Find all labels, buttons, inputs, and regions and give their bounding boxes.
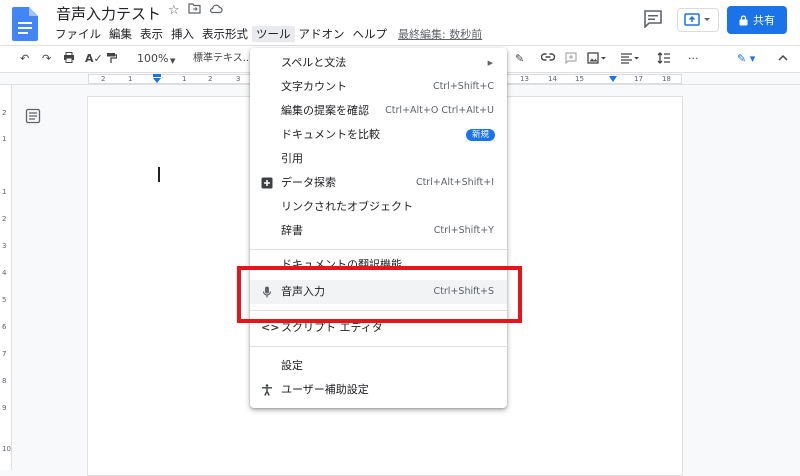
menu-item-accessibility[interactable]: ユーザー補助設定 bbox=[250, 378, 507, 402]
highlight-annotation-box bbox=[237, 266, 522, 323]
cloud-saved-icon[interactable] bbox=[209, 3, 223, 18]
ruler-mark: 18 bbox=[662, 75, 671, 83]
ruler-mark: 1 bbox=[128, 75, 133, 83]
menu-item-explore[interactable]: データ探索 Ctrl+Alt+Shift+I bbox=[250, 171, 507, 195]
new-badge: 新規 bbox=[465, 129, 495, 141]
menu-item-label: ドキュメントを比較 bbox=[281, 128, 380, 141]
align-left-icon[interactable] bbox=[620, 52, 640, 68]
ruler-mark: 8 bbox=[2, 377, 7, 385]
menu-help[interactable]: ヘルプ bbox=[349, 26, 392, 42]
submenu-arrow-icon: ▶ bbox=[487, 59, 493, 67]
menu-file[interactable]: ファイル bbox=[51, 26, 105, 42]
lock-icon bbox=[739, 14, 748, 25]
spellcheck-icon[interactable]: A✓ bbox=[85, 52, 103, 66]
insert-image-icon[interactable] bbox=[587, 52, 607, 68]
ruler-mark: 1 bbox=[2, 135, 7, 143]
ruler-mark: 2 bbox=[101, 75, 106, 83]
ruler-mark: 9 bbox=[2, 404, 7, 412]
ruler-mark: 1 bbox=[182, 75, 187, 83]
menu-item-linked-objects[interactable]: リンクされたオブジェクト bbox=[250, 195, 507, 219]
menu-bar: ファイル 編集 表示 挿入 表示形式 ツール アドオン ヘルプ bbox=[51, 26, 391, 42]
menu-format[interactable]: 表示形式 bbox=[198, 26, 252, 42]
link-icon[interactable] bbox=[540, 52, 556, 66]
share-button[interactable]: 共有 bbox=[727, 6, 787, 34]
zoom-select[interactable]: 100% bbox=[137, 52, 168, 66]
menu-item-dictionary[interactable]: 辞書 Ctrl+Shift+Y bbox=[250, 219, 507, 243]
explore-icon bbox=[261, 177, 273, 189]
redo-icon[interactable]: ↷ bbox=[42, 52, 51, 66]
menu-item-review-suggestions[interactable]: 編集の提案を確認 Ctrl+Alt+O Ctrl+Alt+U bbox=[250, 99, 507, 123]
menu-item-spelling-grammar[interactable]: スペルと文法 ▶ bbox=[250, 51, 507, 75]
menu-item-compare-documents[interactable]: ドキュメントを比較 新規 bbox=[250, 123, 507, 147]
collapse-toolbar-icon[interactable] bbox=[778, 52, 788, 66]
share-label: 共有 bbox=[753, 14, 775, 27]
ruler-mark: 13 bbox=[520, 75, 529, 83]
menu-item-label: 引用 bbox=[281, 152, 303, 165]
document-title[interactable]: 音声入力テスト bbox=[56, 3, 161, 24]
menu-separator bbox=[250, 346, 507, 347]
menu-item-label: ユーザー補助設定 bbox=[281, 383, 369, 396]
document-outline-icon[interactable] bbox=[25, 108, 41, 124]
ruler-mark: 2 bbox=[208, 75, 213, 83]
ruler-mark: 2 bbox=[2, 215, 7, 223]
tools-menu: スペルと文法 ▶ 文字カウント Ctrl+Shift+C 編集の提案を確認 Ct… bbox=[250, 48, 507, 408]
menu-item-label: スペルと文法 bbox=[281, 56, 347, 69]
ruler-mark: 3 bbox=[2, 242, 7, 250]
ruler-mark: 4 bbox=[2, 269, 7, 277]
menu-item-label: 編集の提案を確認 bbox=[281, 104, 369, 117]
highlight-pen-icon[interactable]: ✎ bbox=[515, 52, 524, 66]
menu-addons[interactable]: アドオン bbox=[295, 26, 349, 42]
menu-item-word-count[interactable]: 文字カウント Ctrl+Shift+C bbox=[250, 75, 507, 99]
menu-separator bbox=[250, 249, 507, 250]
menu-item-preferences[interactable]: 設定 bbox=[250, 354, 507, 378]
menu-item-citations[interactable]: 引用 bbox=[250, 147, 507, 171]
more-options-icon[interactable]: ··· bbox=[688, 52, 699, 66]
ruler-mark: 1 bbox=[2, 188, 7, 196]
comment-history-icon[interactable] bbox=[643, 10, 663, 28]
ruler-mark: 3 bbox=[236, 75, 241, 83]
menu-insert[interactable]: 挿入 bbox=[167, 26, 198, 42]
chevron-down-icon: ▼ bbox=[170, 57, 176, 65]
indent-marker-icon[interactable] bbox=[152, 74, 162, 84]
docs-logo-icon[interactable] bbox=[12, 7, 38, 41]
menu-item-shortcut: Ctrl+Alt+O Ctrl+Alt+U bbox=[385, 105, 494, 116]
menu-item-label: データ探索 bbox=[281, 176, 336, 189]
ruler-mark: 10 bbox=[2, 445, 11, 453]
ruler-mark: 6 bbox=[2, 323, 7, 331]
ruler-mark: 14 bbox=[548, 75, 557, 83]
paint-format-icon[interactable] bbox=[106, 52, 118, 68]
style-select[interactable]: 標準テキス... bbox=[193, 52, 252, 66]
menu-item-label: 辞書 bbox=[281, 224, 303, 237]
text-cursor bbox=[158, 167, 160, 182]
undo-icon[interactable]: ↶ bbox=[20, 52, 29, 66]
ruler-mark: 17 bbox=[634, 75, 643, 83]
menu-item-shortcut: Ctrl+Shift+Y bbox=[433, 225, 494, 236]
menu-edit[interactable]: 編集 bbox=[105, 26, 136, 42]
last-edit-link[interactable]: 最終編集: 数秒前 bbox=[398, 26, 482, 42]
vertical-ruler: 2 1 1 2 3 4 5 6 7 8 9 10 bbox=[0, 85, 12, 470]
ruler-mark: 7 bbox=[2, 350, 7, 358]
menu-item-shortcut: Ctrl+Shift+C bbox=[432, 81, 494, 92]
ruler-mark: 5 bbox=[2, 296, 7, 304]
ruler-mark: 2 bbox=[2, 109, 7, 117]
ruler-mark: 15 bbox=[575, 75, 584, 83]
menu-item-label: リンクされたオブジェクト bbox=[281, 200, 413, 213]
menu-item-shortcut: Ctrl+Alt+Shift+I bbox=[415, 177, 494, 188]
menu-view[interactable]: 表示 bbox=[136, 26, 167, 42]
line-spacing-icon[interactable] bbox=[657, 52, 671, 68]
title-bar: 音声入力テスト ☆ ファイル 編集 表示 挿入 表示形式 ツール アドオン ヘル… bbox=[0, 0, 800, 45]
right-indent-marker-icon[interactable] bbox=[608, 74, 618, 84]
menu-tools[interactable]: ツール bbox=[252, 26, 295, 42]
editing-mode-icon[interactable]: ✎ ▾ bbox=[737, 52, 755, 66]
present-icon bbox=[684, 13, 710, 26]
menu-item-label: 文字カウント bbox=[281, 80, 347, 93]
add-comment-icon[interactable] bbox=[565, 52, 577, 68]
move-folder-icon[interactable] bbox=[188, 3, 201, 18]
menu-item-label: 設定 bbox=[281, 359, 303, 372]
present-button[interactable] bbox=[677, 8, 719, 32]
star-icon[interactable]: ☆ bbox=[168, 3, 180, 18]
accessibility-icon bbox=[262, 384, 272, 396]
print-icon[interactable] bbox=[63, 52, 75, 67]
